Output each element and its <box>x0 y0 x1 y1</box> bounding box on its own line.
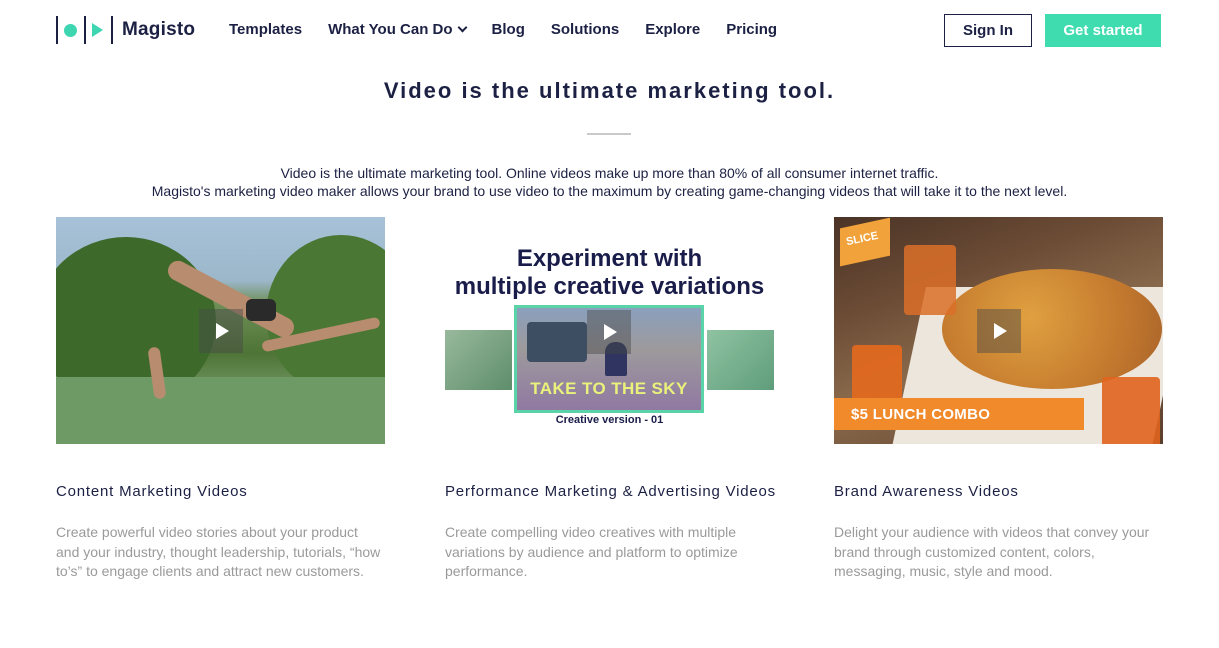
nav-templates[interactable]: Templates <box>229 21 302 38</box>
nav-solutions[interactable]: Solutions <box>551 21 619 38</box>
brand-awareness-video[interactable]: SLICE $5 LUNCH COMBO <box>834 217 1163 444</box>
performance-marketing-card: Experiment with multiple creative variat… <box>445 217 775 579</box>
video-scene-figure <box>246 299 276 321</box>
play-button[interactable] <box>587 310 631 354</box>
nav-explore[interactable]: Explore <box>645 21 700 38</box>
card-description: Create compelling video creatives with m… <box>445 524 738 579</box>
video-caption: Creative version - 01 <box>555 414 664 426</box>
magisto-logo[interactable]: Magisto <box>56 16 195 44</box>
hero-description: Video is the ultimate marketing tool. On… <box>0 164 1219 200</box>
card-title: Brand Awareness Videos <box>834 483 1019 500</box>
video-headline-line-1: Experiment with <box>516 245 703 272</box>
variation-thumbnail-left <box>445 330 512 390</box>
get-started-button[interactable]: Get started <box>1045 14 1161 47</box>
nav-pricing[interactable]: Pricing <box>726 21 777 38</box>
nav-blog[interactable]: Blog <box>492 21 525 38</box>
video-overlay-text: TAKE TO THE SKY <box>530 379 688 398</box>
nav-what-you-can-do[interactable]: What You Can Do <box>328 21 467 38</box>
play-icon <box>215 322 229 339</box>
logo-bar-icon <box>84 16 86 44</box>
variation-thumbnail-center: TAKE TO THE SKY <box>514 305 704 413</box>
combo-banner-text: $5 LUNCH COMBO <box>851 406 991 423</box>
variation-thumbnail-right <box>707 330 774 390</box>
play-button[interactable] <box>976 308 1021 353</box>
brand-awareness-card: SLICE $5 LUNCH COMBO Brand Awareness Vid… <box>834 217 1163 579</box>
sign-in-button[interactable]: Sign In <box>944 14 1032 47</box>
video-headline: Experiment with multiple creative variat… <box>445 245 774 301</box>
video-scene-pizza <box>942 269 1162 389</box>
chevron-down-icon <box>457 22 467 33</box>
video-headline-line-2: multiple creative variations <box>454 273 765 300</box>
logo-bar-icon <box>111 16 113 44</box>
logo-bar-icon <box>56 16 58 44</box>
logo-wordmark: Magisto <box>122 19 196 40</box>
hero-description-line-1: Video is the ultimate marketing tool. On… <box>280 165 939 181</box>
play-button[interactable] <box>198 308 243 353</box>
video-scene-glass <box>1102 377 1160 444</box>
title-divider <box>587 133 631 135</box>
video-scene-ground <box>56 377 385 444</box>
hero-description-line-2: Magisto's marketing video maker allows y… <box>151 183 1068 199</box>
content-marketing-video[interactable] <box>56 217 385 444</box>
play-icon <box>993 322 1007 339</box>
performance-marketing-video[interactable]: Experiment with multiple creative variat… <box>445 217 774 444</box>
video-scene-truck <box>527 322 587 362</box>
card-description: Create powerful video stories about your… <box>56 524 381 579</box>
nav-what-you-can-do-label: What You Can Do <box>328 21 453 38</box>
page-title: Video is the ultimate marketing tool. <box>383 78 836 103</box>
logo-play-icon <box>92 23 103 37</box>
play-icon <box>604 324 617 340</box>
card-title: Performance Marketing & Advertising Vide… <box>445 483 776 500</box>
video-scene-glass <box>904 245 956 315</box>
site-header: Magisto Templates What You Can Do Blog S… <box>0 0 1219 62</box>
logo-dot-icon <box>64 23 77 37</box>
main-nav: Templates What You Can Do Blog Solutions… <box>229 21 803 38</box>
card-title: Content Marketing Videos <box>56 483 248 500</box>
card-description: Delight your audience with videos that c… <box>834 524 1150 579</box>
content-marketing-card: Content Marketing Videos Create powerful… <box>56 217 385 579</box>
